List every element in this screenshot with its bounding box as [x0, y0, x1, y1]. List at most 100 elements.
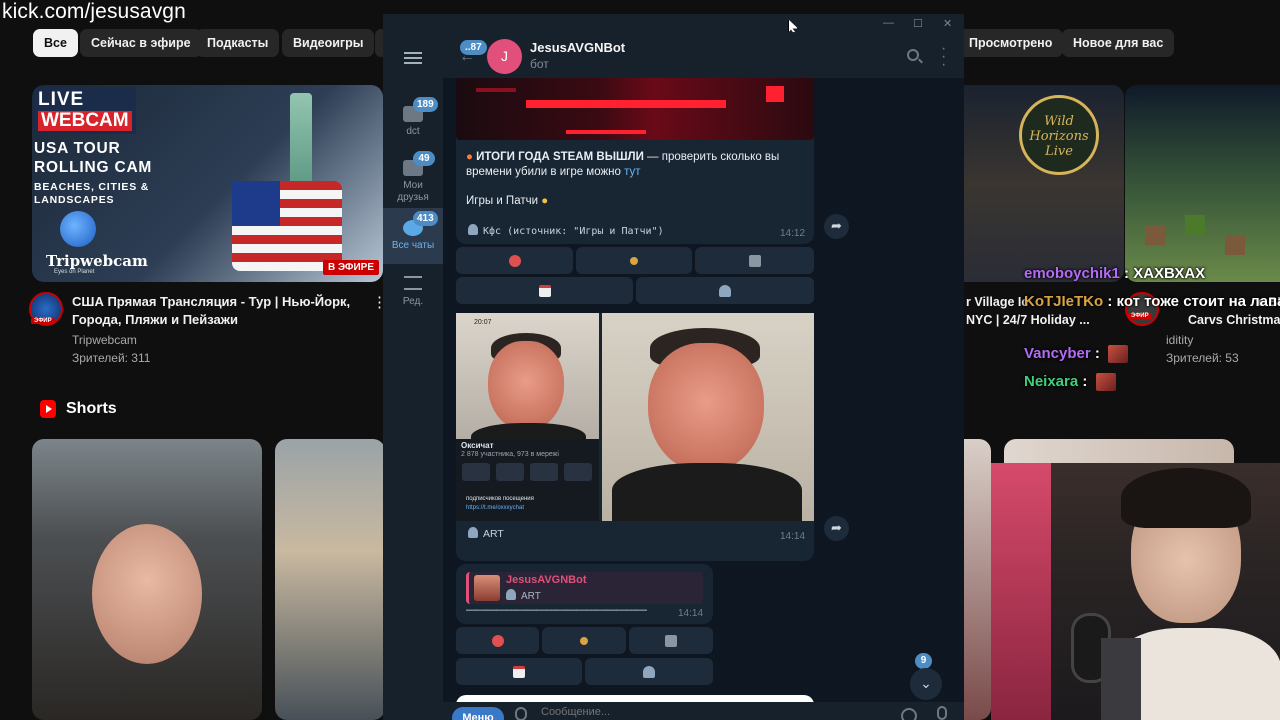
flag-suitcase-image	[232, 181, 342, 271]
reply-preview[interactable]: JesusAVGNBot ART	[466, 572, 703, 604]
more-options-icon[interactable]: · · ·	[941, 41, 946, 73]
message-bubble[interactable]	[456, 695, 814, 702]
video-title[interactable]: r Village Ic	[966, 295, 1028, 309]
chat-status: бот	[530, 57, 549, 71]
bot-menu-button[interactable]: Меню	[452, 707, 504, 720]
chat-message: KoTJIeTKo : кот тоже стоит на лапах	[1024, 293, 1280, 310]
avatar-live-badge: ЭФИР	[31, 318, 55, 324]
inline-button[interactable]	[456, 627, 539, 654]
phone-screenshot-ui: Оксичат 2 878 участника, 973 в мережі по…	[456, 439, 599, 521]
emote-icon	[1095, 373, 1116, 392]
channel-name[interactable]: iditity	[1166, 333, 1193, 347]
user-icon	[506, 589, 516, 600]
message-channel-line: Игры и Патчи ●	[466, 195, 549, 207]
close-icon[interactable]: ✕	[943, 17, 952, 30]
folder-friends[interactable]: 49 Мои друзья	[383, 148, 443, 208]
broom-icon	[630, 256, 638, 265]
minimize-icon[interactable]: —	[883, 17, 894, 29]
share-icon[interactable]: ➦	[824, 516, 849, 541]
video-title[interactable]: NYC | 24/7 Holiday ...	[966, 313, 1090, 327]
chat-header: ← ..87 J JesusAVGNBot бот · · ·	[443, 36, 964, 78]
calendar-icon	[513, 665, 525, 678]
folder-dct[interactable]: 189 dct	[383, 94, 443, 150]
inline-button[interactable]	[629, 627, 713, 654]
message-text: ——————————————————	[466, 604, 647, 616]
message-list: ● ИТОГИ ГОДА STEAM ВЫШЛИ — проверить ско…	[443, 78, 964, 702]
chat-message: emoboychik1 : ХАХВХАХ	[1024, 265, 1206, 282]
shorts-icon	[40, 400, 56, 418]
unread-badge: 189	[413, 97, 438, 112]
chip-watched[interactable]: Просмотрено	[958, 29, 1064, 57]
message-link[interactable]: тут	[624, 166, 640, 178]
channel-name[interactable]: Tripwebcam	[72, 333, 137, 347]
message-input[interactable]	[541, 706, 881, 718]
hamburger-menu-icon[interactable]	[404, 52, 422, 64]
inline-button[interactable]	[456, 247, 573, 274]
chip-podcasts[interactable]: Подкасты	[196, 29, 280, 57]
user-icon	[468, 527, 478, 538]
message-text: ● ИТОГИ ГОДА STEAM ВЫШЛИ — проверить ско…	[466, 151, 780, 178]
chip-new-for-you[interactable]: Новое для вас	[1062, 29, 1175, 57]
avatar[interactable]: J	[487, 39, 522, 74]
folders-sidebar: 189 dct 49 Мои друзья 413 Все чаты Ред.	[383, 36, 443, 720]
folder-all-chats[interactable]: 413 Все чаты	[383, 208, 443, 264]
live-status-badge: В ЭФИРЕ	[322, 260, 379, 275]
inline-button[interactable]	[585, 658, 713, 685]
message-bubble[interactable]: JesusAVGNBot ART —————————————————— 14:1…	[456, 564, 713, 624]
chip-videogames[interactable]: Видеоигры	[282, 29, 375, 57]
video-title[interactable]: Carvs Christmas	[1188, 313, 1280, 327]
live-video-thumbnail[interactable]	[1125, 85, 1280, 282]
chip-live-now[interactable]: Сейчас в эфире	[80, 29, 202, 57]
microphone-icon[interactable]	[937, 706, 947, 720]
message-image[interactable]	[456, 78, 814, 140]
short-thumbnail[interactable]	[32, 439, 262, 720]
scroll-down-icon[interactable]: ⌄	[910, 668, 942, 700]
globe-icon	[60, 211, 96, 247]
live-video-thumbnail[interactable]: LIVE WEBCAM USA TOUR ROLLING CAM BEACHES…	[32, 85, 383, 282]
thumb-tour-text: USA TOUR ROLLING CAM BEACHES, CITIES & L…	[34, 140, 153, 206]
unread-badge: 49	[413, 151, 435, 166]
inline-button[interactable]	[542, 627, 626, 654]
emote-icon	[1108, 345, 1129, 364]
message-photo[interactable]	[602, 313, 814, 521]
chip-all[interactable]: Все	[33, 29, 78, 57]
live-video-thumbnail[interactable]: Wild Horizons Live	[964, 85, 1124, 282]
message-bubble[interactable]: 20:07 Оксичат 2 878 участника, 973 в мер…	[456, 313, 814, 561]
message-photo[interactable]: 20:07 Оксичат 2 878 участника, 973 в мер…	[456, 313, 599, 521]
message-composer: Меню	[443, 702, 964, 720]
message-time: 14:12	[780, 228, 806, 239]
inline-button[interactable]	[456, 658, 582, 685]
emoji-icon[interactable]	[901, 708, 917, 720]
share-icon[interactable]: ➦	[824, 214, 849, 239]
trash-icon	[665, 634, 677, 647]
inline-button[interactable]	[695, 247, 814, 274]
short-thumbnail[interactable]	[964, 439, 991, 720]
inline-button[interactable]	[576, 247, 692, 274]
search-icon[interactable]	[907, 49, 919, 61]
user-icon	[643, 665, 655, 678]
paperclip-icon[interactable]	[515, 707, 527, 720]
window-title-bar: — ☐ ✕	[383, 14, 964, 36]
unread-badge: ..87	[460, 40, 487, 55]
message-time: 14:14	[678, 608, 704, 619]
medal-icon: ●	[541, 195, 549, 207]
statue-of-liberty-image	[290, 93, 312, 183]
edit-folders-icon	[404, 276, 422, 290]
folder-edit[interactable]: Ред.	[383, 264, 443, 320]
ban-icon	[491, 634, 504, 647]
inline-button[interactable]	[636, 277, 814, 304]
short-thumbnail[interactable]	[275, 439, 385, 720]
message-bubble[interactable]: ● ИТОГИ ГОДА STEAM ВЫШЛИ — проверить ско…	[456, 78, 814, 244]
unread-badge: 413	[413, 211, 438, 226]
maximize-icon[interactable]: ☐	[913, 17, 923, 30]
streamer-webcam	[991, 463, 1280, 720]
thumb-live-webcam-badge: LIVE WEBCAM	[34, 87, 136, 134]
chat-title[interactable]: JesusAVGNBot	[530, 40, 625, 55]
stream-url-overlay: kick.com/jesusavgn	[2, 0, 186, 23]
video-title[interactable]: США Прямая Трансляция - Тур | Нью-Йорк, …	[72, 293, 362, 329]
broom-icon	[580, 636, 588, 645]
chat-message: Vancyber :	[1024, 345, 1129, 364]
inline-button[interactable]	[456, 277, 633, 304]
ban-icon	[508, 254, 521, 267]
thumb-brand: Tripwebcam	[46, 252, 148, 270]
